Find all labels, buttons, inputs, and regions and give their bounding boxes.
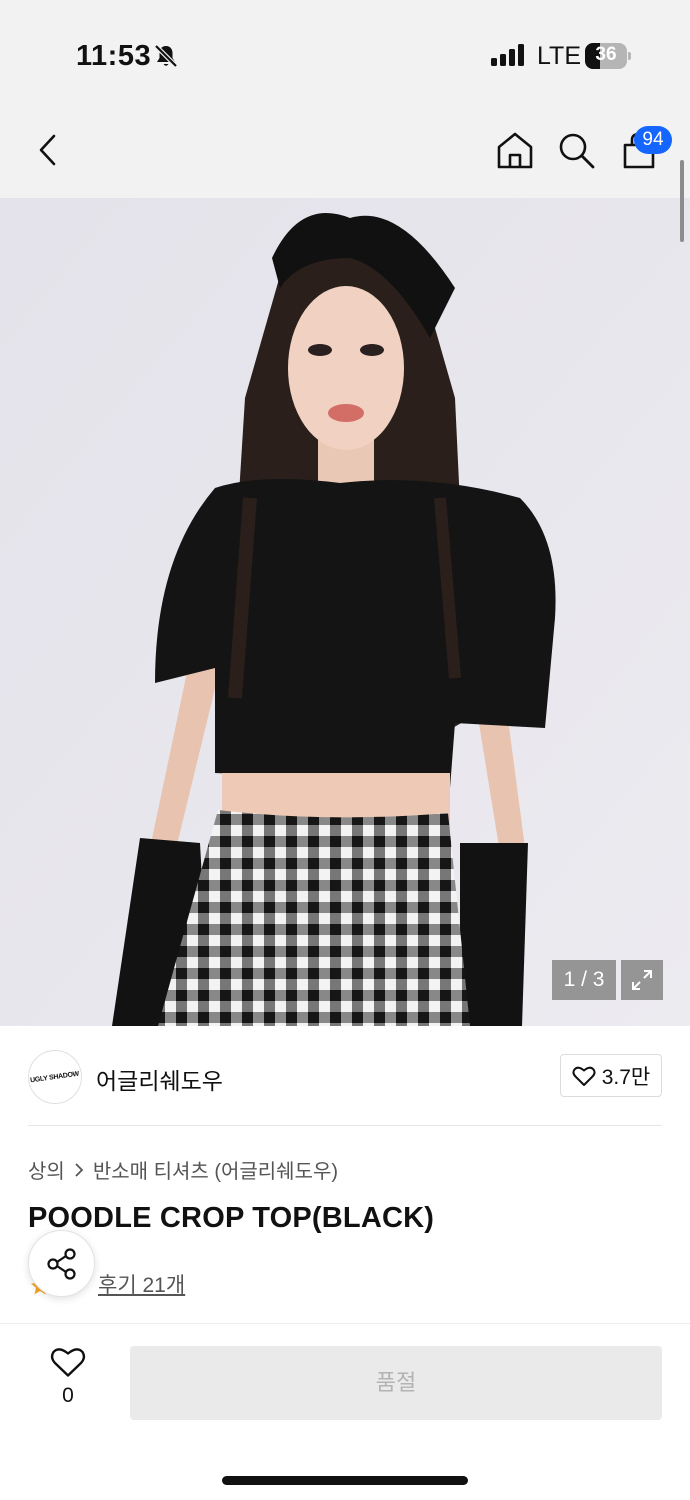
cart-count-badge: 94 [634,126,672,154]
brand-logo-text: UGLY SHADOW [30,1070,80,1084]
back-icon [39,134,56,166]
battery-icon: 36 [585,43,631,69]
brand-row[interactable]: UGLY SHADOW 어글리쉐도우 3.7만 [28,1048,662,1106]
expand-button[interactable] [621,960,663,1000]
home-icon [497,132,533,169]
home-indicator[interactable] [222,1476,468,1485]
app-header [0,100,690,198]
breadcrumb: 상의 반소매 티셔츠 (어글리쉐도우) [28,1155,338,1184]
divider [28,1125,662,1126]
favorite-count: 0 [62,1384,74,1407]
brand-name[interactable]: 어글리쉐도우 [96,1062,223,1096]
share-icon [46,1247,76,1280]
search-button[interactable] [554,128,598,172]
chevron-right-icon [75,1162,84,1177]
product-image[interactable] [0,198,690,1026]
review-link[interactable]: 후기 21개 [98,1269,185,1299]
signal-icon [491,44,524,66]
status-bar: 11:53 LTE 36 [0,0,690,100]
image-counter: 1 / 3 [552,960,616,1000]
sold-out-button[interactable]: 품절 [130,1346,662,1420]
product-title: POODLE CROP TOP(BLACK) [28,1202,435,1234]
brand-like-button[interactable]: 3.7만 [560,1054,662,1097]
scroll-indicator[interactable] [680,160,684,242]
battery-level: 36 [595,44,617,65]
share-button[interactable] [28,1230,95,1297]
separator [0,1323,690,1324]
back-button[interactable] [26,128,70,172]
brand-like-count: 3.7만 [601,1065,651,1089]
status-time: 11:53 [76,40,152,72]
home-button[interactable] [493,128,537,172]
network-label: LTE [537,42,581,70]
breadcrumb-subcategory[interactable]: 반소매 티셔츠 (어글리쉐도우) [93,1155,338,1184]
favorite-button[interactable]: 0 [40,1346,96,1416]
heart-icon [50,1348,86,1377]
expand-icon [632,970,652,990]
brand-logo[interactable]: UGLY SHADOW [28,1050,82,1104]
bell-slash-icon [154,44,178,68]
product-photo [0,198,690,1026]
heart-icon [572,1066,596,1086]
breadcrumb-category[interactable]: 상의 [28,1155,65,1184]
search-icon [559,133,595,169]
